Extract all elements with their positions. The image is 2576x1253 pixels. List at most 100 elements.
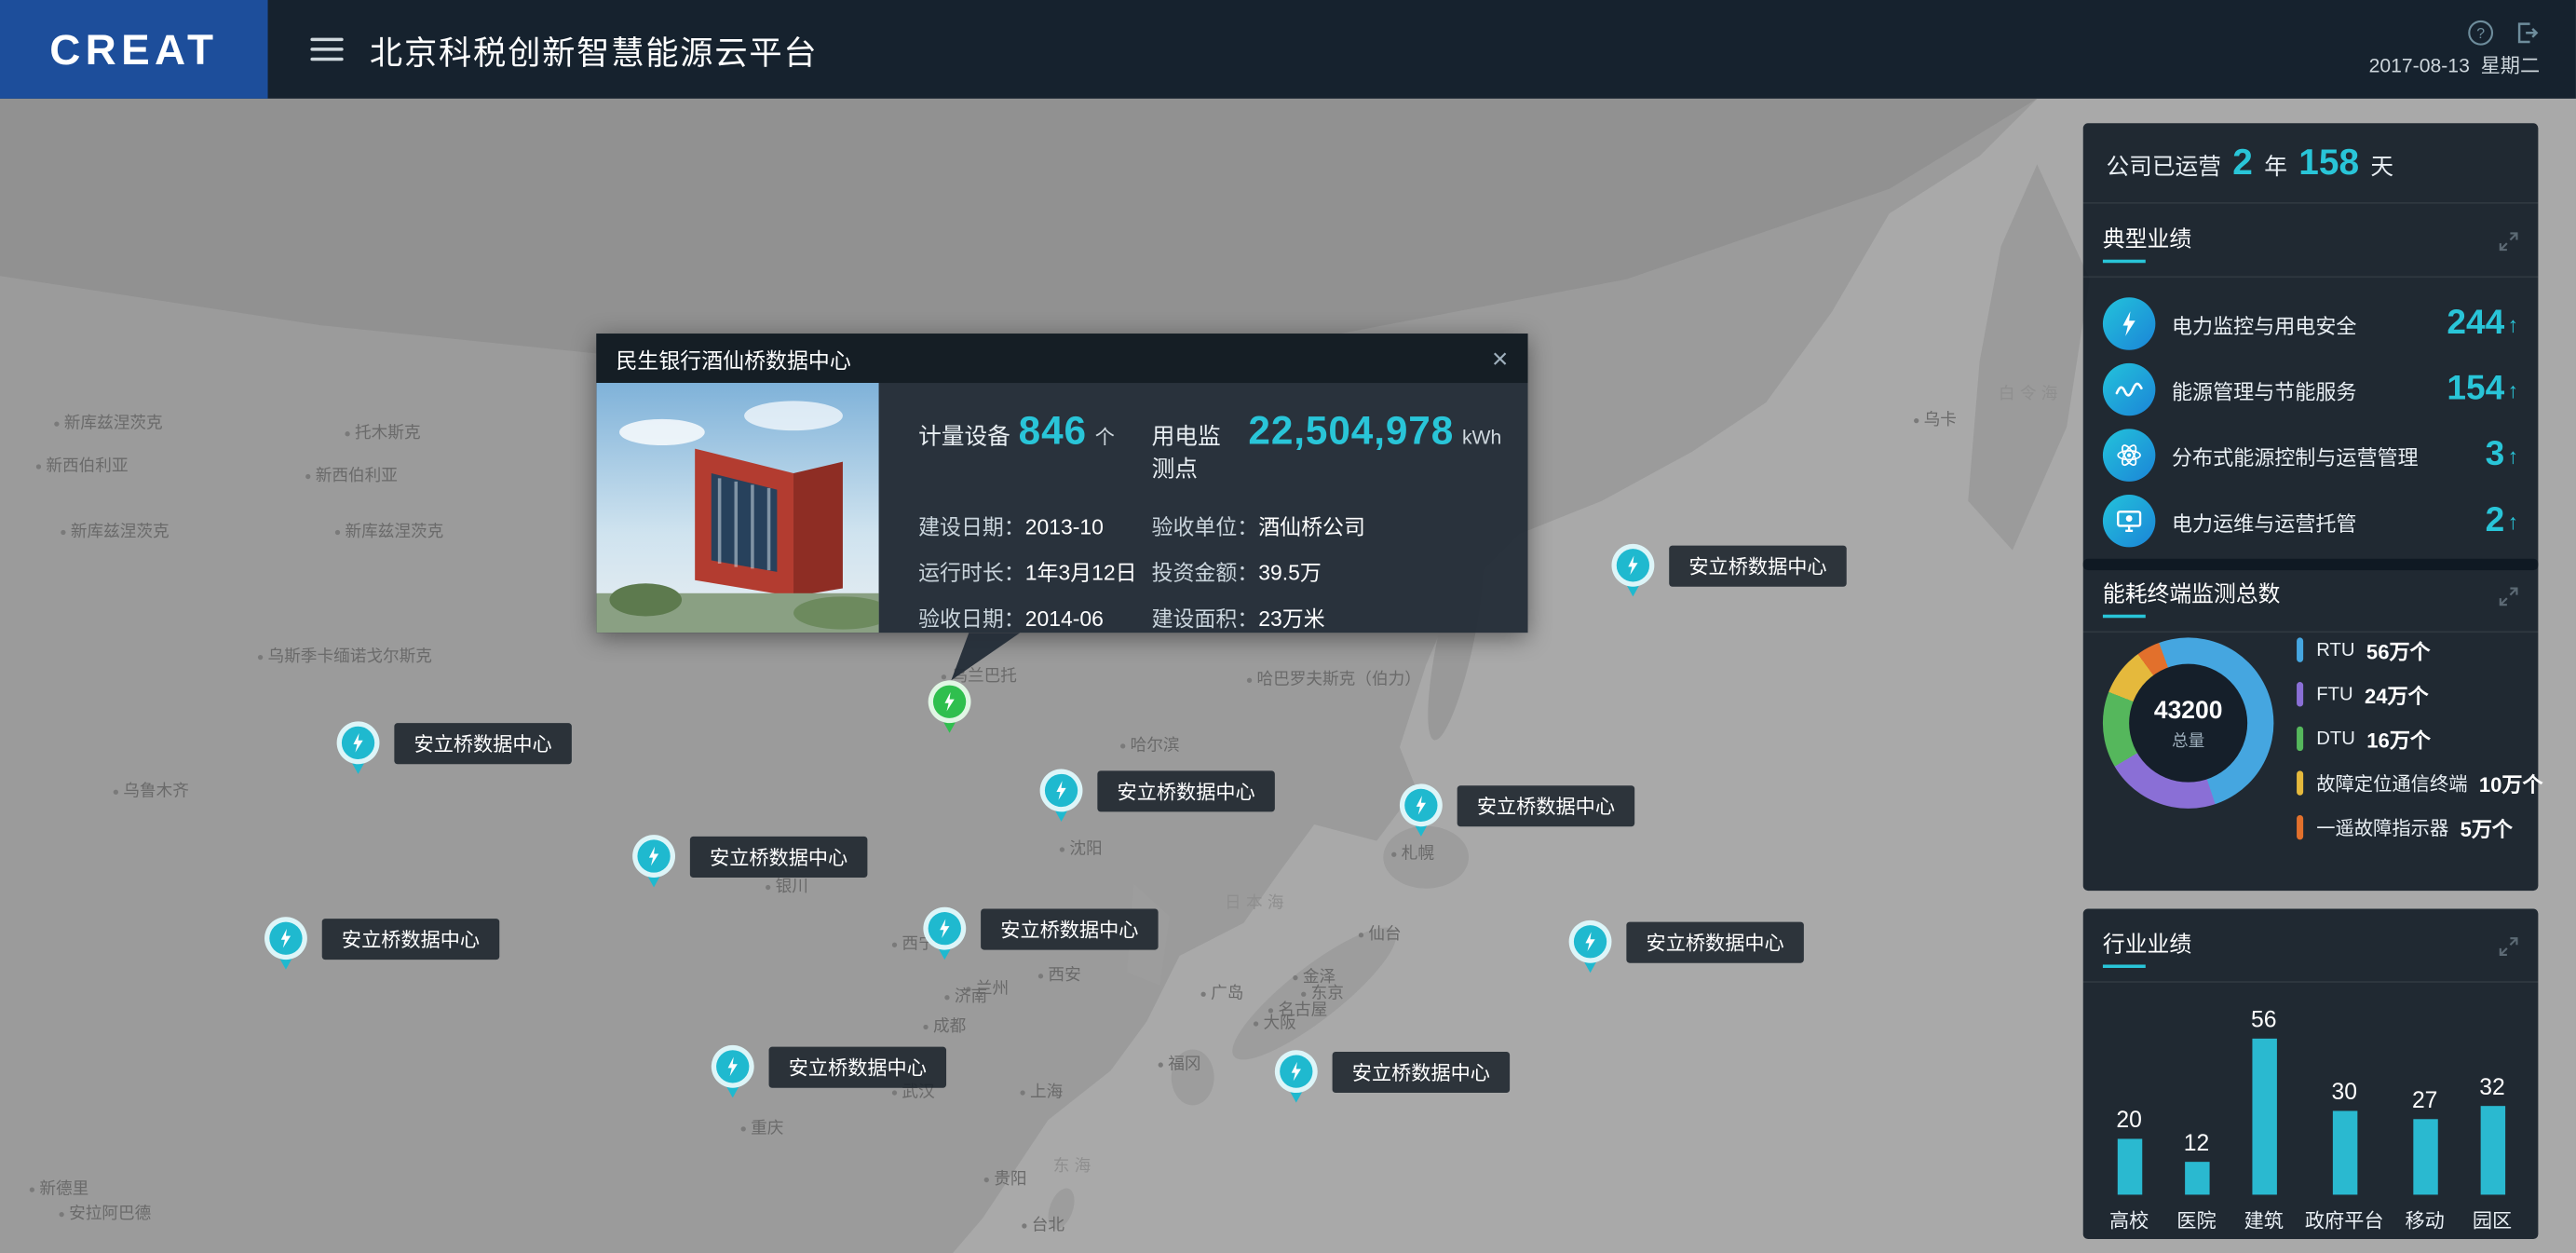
popup-info-value: 1年3月12日	[1025, 561, 1137, 585]
metering-unit: 个	[1095, 422, 1115, 450]
marker-label[interactable]: 安立桥数据中心	[394, 723, 572, 764]
monitor-unit: kWh	[1462, 426, 1501, 449]
bar[interactable]	[2480, 1106, 2504, 1194]
legend-label: FTU	[2316, 685, 2352, 704]
marker-label[interactable]: 安立桥数据中心	[769, 1047, 947, 1088]
popup-info-label: 建设面积：	[1152, 606, 1259, 631]
map-place-label: 新库兹涅茨克	[335, 517, 443, 541]
legend-item: 一遥故障指示器 5万个	[2297, 811, 2525, 843]
popup-info-value: 酒仙桥公司	[1258, 514, 1365, 538]
legend-item: DTU16万个	[2297, 723, 2525, 755]
metering-label: 计量设备	[918, 419, 1010, 452]
legend-color-bar	[2297, 727, 2303, 751]
bar[interactable]	[2252, 1039, 2276, 1195]
map-place-label: 乌鲁木齐	[114, 776, 189, 800]
bar[interactable]	[2117, 1138, 2141, 1194]
expand-icon[interactable]	[2499, 936, 2518, 956]
legend-label: 一遥故障指示器	[2316, 814, 2448, 840]
marker-label[interactable]: 安立桥数据中心	[1333, 1052, 1511, 1093]
menu-icon[interactable]	[310, 38, 343, 61]
header-icons: ?	[2468, 20, 2541, 46]
map-place-label: 台北	[1022, 1210, 1064, 1234]
marker-label[interactable]: 安立桥数据中心	[690, 837, 868, 878]
terminals-donut-chart: 43200 总量	[2103, 637, 2273, 808]
bar-category-label: 移动	[2405, 1206, 2444, 1234]
legend-value: 5万个	[2461, 811, 2513, 843]
industry-title: 行业业绩	[2103, 925, 2191, 968]
map-place-label: 日本海	[1225, 888, 1289, 912]
monitor-value: 22,504,978	[1248, 409, 1454, 455]
map-place-label: 乌卡	[1914, 405, 1957, 429]
lightning-pin-icon	[337, 721, 380, 764]
achievement-item: 能源管理与节能服务154↑	[2103, 357, 2518, 423]
map-place-label: 托木斯克	[345, 418, 420, 443]
marker-label[interactable]: 安立桥数据中心	[981, 908, 1159, 949]
expand-icon[interactable]	[2499, 587, 2518, 606]
popup-info-item: 投资金额：39.5万	[1152, 555, 1502, 587]
marker-label[interactable]: 安立桥数据中心	[1097, 770, 1275, 811]
popup-info-item: 建设面积：23万米	[1152, 602, 1502, 633]
marker-label[interactable]: 安立桥数据中心	[322, 919, 500, 960]
map-place-label: 东海	[1053, 1151, 1096, 1176]
legend-color-bar	[2297, 637, 2303, 661]
metering-stat: 计量设备 846 个	[918, 409, 1151, 455]
donut-total-label: 总量	[2172, 726, 2204, 750]
lightning-pin-icon	[929, 680, 971, 723]
terminals-legend: RTU56万个FTU24万个DTU16万个故障定位通信终端10万个一遥故障指示器…	[2297, 634, 2525, 856]
popup-info-value: 2013-10	[1025, 514, 1104, 538]
achievement-label: 能源管理与节能服务	[2172, 374, 2356, 405]
logout-icon[interactable]	[2514, 20, 2540, 46]
help-icon[interactable]: ?	[2468, 20, 2494, 46]
industry-panel: 行业业绩 20高校12医院56建筑30政府平台27移动32园区	[2083, 908, 2539, 1239]
map-place-label: 乌斯季卡缅诺戈尔斯克	[258, 642, 432, 666]
legend-value: 56万个	[2366, 634, 2431, 666]
map-place-label: 大阪	[1254, 1008, 1296, 1032]
legend-value: 24万个	[2365, 679, 2429, 711]
lightning-pin-icon	[264, 917, 307, 960]
legend-label: DTU	[2316, 729, 2355, 748]
map-place-label: 成都	[923, 1012, 966, 1036]
close-icon[interactable]: ×	[1492, 345, 1509, 373]
bar-column: 12医院	[2170, 1129, 2222, 1234]
bar-category-label: 政府平台	[2305, 1206, 2384, 1234]
datacenter-popup: 民生银行酒仙桥数据中心 ×	[596, 334, 1527, 633]
expand-icon[interactable]	[2499, 232, 2518, 252]
operating-days-unit: 天	[2370, 150, 2393, 183]
popup-info-item: 建设日期：2013-10	[918, 510, 1151, 541]
bar-category-label: 建筑	[2244, 1206, 2284, 1234]
operating-days: 158	[2298, 142, 2359, 184]
legend-color-bar	[2297, 815, 2303, 839]
atom-icon	[2103, 429, 2155, 481]
popup-stats: 计量设备 846 个 用电监测点 22,504,978 kWh 建设日期：201…	[879, 383, 1528, 633]
popup-info-item: 运行时长：1年3月12日	[918, 555, 1151, 587]
map-place-label: 仙台	[1359, 919, 1402, 944]
marker-label[interactable]: 安立桥数据中心	[1669, 546, 1847, 587]
donut-total: 43200	[2154, 696, 2223, 724]
monitor-stat: 用电监测点 22,504,978 kWh	[1152, 409, 1502, 484]
bar-value: 30	[2332, 1078, 2357, 1104]
lightning-pin-icon	[1275, 1050, 1318, 1093]
achievement-value: 2	[2486, 501, 2505, 540]
map-place-label: 哈尔滨	[1120, 730, 1180, 755]
metering-value: 846	[1019, 409, 1087, 455]
legend-item: 故障定位通信终端10万个	[2297, 768, 2525, 799]
top-bar: CREAT 北京科税创新智慧能源云平台 ? 2017-08-13 星期二	[0, 0, 2576, 99]
bar[interactable]	[2412, 1119, 2436, 1194]
bar[interactable]	[2332, 1110, 2356, 1194]
map-place-label: 新西伯利亚	[36, 451, 129, 475]
marker-label[interactable]: 安立桥数据中心	[1626, 922, 1804, 963]
legend-color-bar	[2297, 682, 2303, 706]
popup-info-label: 建设日期：	[918, 514, 1025, 538]
achievement-value: 244	[2447, 304, 2504, 343]
terminals-title: 能耗终端监测总数	[2103, 575, 2281, 618]
svg-text:?: ?	[2476, 26, 2485, 42]
map-place-label: 西安	[1038, 960, 1081, 985]
marker-label[interactable]: 安立桥数据中心	[1457, 785, 1635, 826]
lightning-pin-icon	[712, 1045, 754, 1088]
popup-info-grid: 建设日期：2013-10验收单位：酒仙桥公司运行时长：1年3月12日投资金额：3…	[918, 510, 1501, 633]
header-right: ? 2017-08-13 星期二	[2369, 20, 2576, 79]
achievement-item: 电力运维与运营托管2↑	[2103, 488, 2518, 554]
bar[interactable]	[2184, 1162, 2208, 1194]
up-arrow-icon: ↑	[2508, 443, 2518, 467]
bar-column: 56建筑	[2238, 1006, 2290, 1234]
